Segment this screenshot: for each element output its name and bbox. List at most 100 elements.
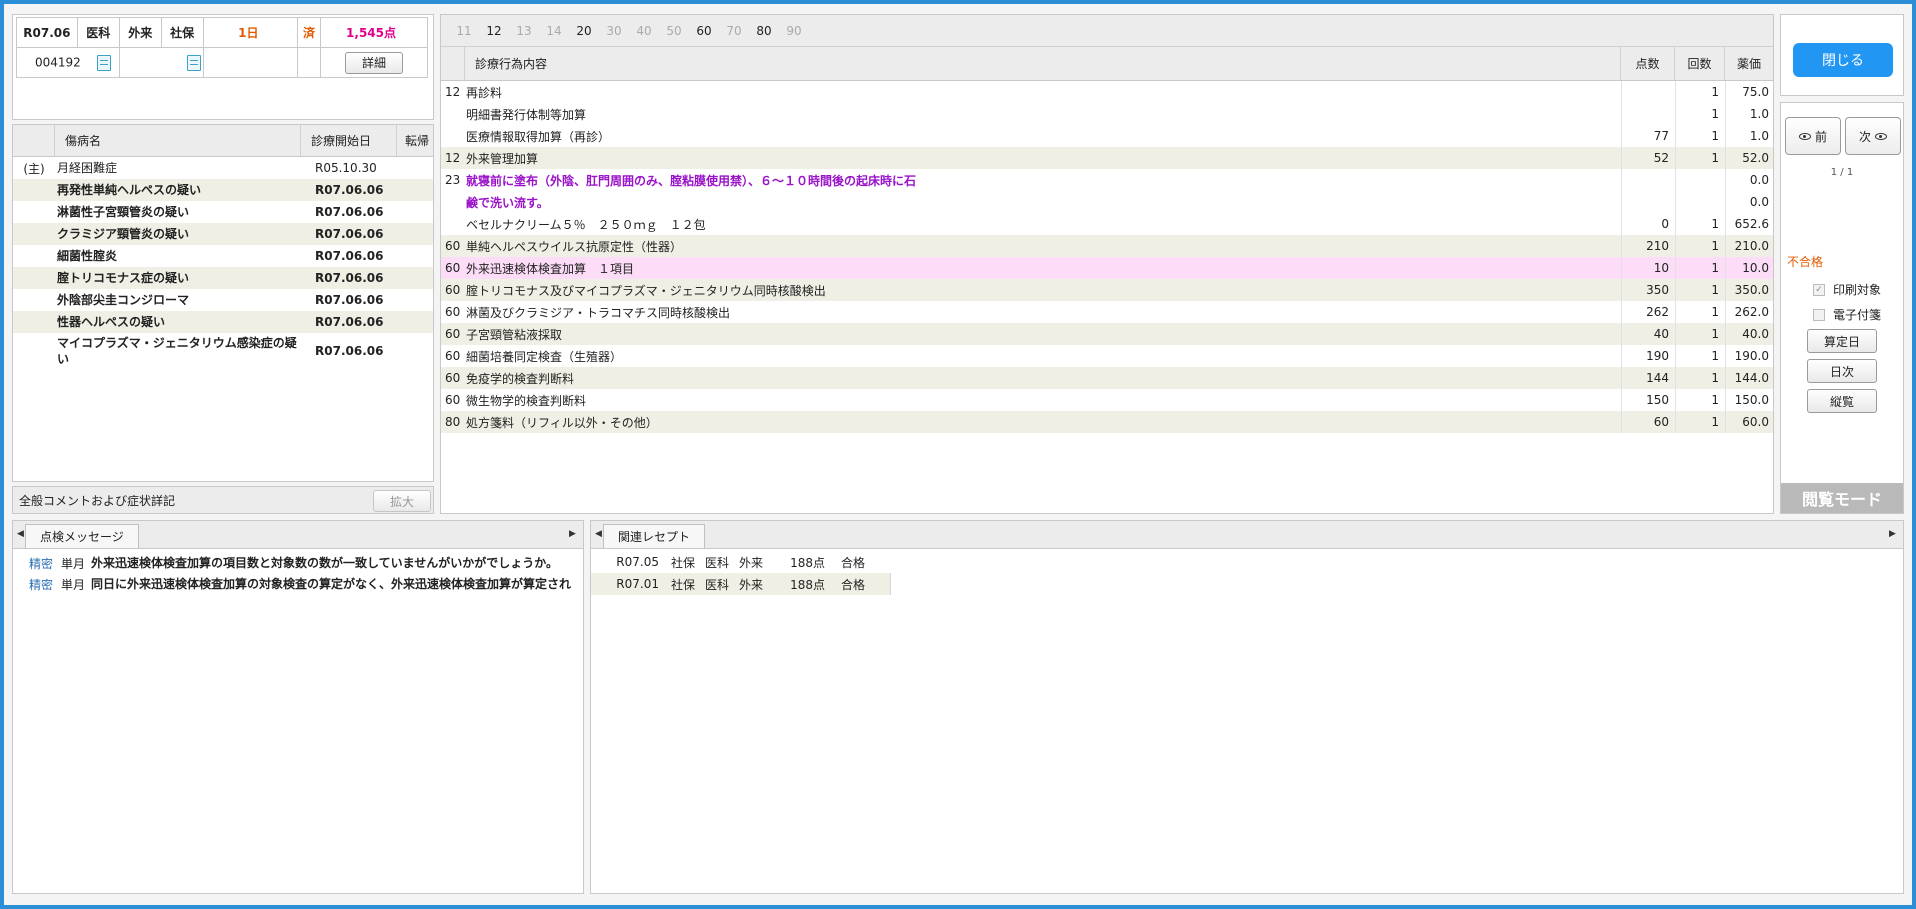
treatment-price: 1.0 xyxy=(1725,103,1773,125)
daily-button[interactable]: 日次 xyxy=(1807,359,1877,383)
next-button[interactable]: 次 xyxy=(1845,117,1901,155)
disease-row[interactable]: 外陰部尖圭コンジローマ R07.06.06 xyxy=(13,289,433,311)
category-tab-80[interactable]: 80 xyxy=(749,24,779,38)
treatment-row[interactable]: 明細書発行体制等加算 1 1.0 xyxy=(441,103,1773,125)
related-result: 合格 xyxy=(840,555,865,570)
disease-col-outcome[interactable]: 転帰 xyxy=(397,125,433,156)
vertical-view-button[interactable]: 縦覧 xyxy=(1807,389,1877,413)
treatment-row[interactable]: 60 微生物学的検査判断料 150 1 150.0 xyxy=(441,389,1773,411)
disease-col-start[interactable]: 診療開始日 xyxy=(301,125,397,156)
e-note-checkbox[interactable] xyxy=(1813,308,1825,321)
disease-list-header: 傷病名 診療開始日 転帰 xyxy=(13,125,433,157)
disease-start-date: R07.06.06 xyxy=(315,205,384,219)
document-icon-2[interactable] xyxy=(186,54,201,71)
treatment-row[interactable]: 12 外来管理加算 52 1 52.0 xyxy=(441,147,1773,169)
treatment-code: 60 xyxy=(445,261,461,275)
message-text: 外来迅速検体検査加算の項目数と対象数の数が一致していませんがいかがでしょうか。 xyxy=(91,556,559,570)
treatment-col-count[interactable]: 回数 xyxy=(1675,47,1725,80)
treatment-points xyxy=(1621,103,1675,125)
disease-row[interactable]: 性器ヘルペスの疑い R07.06.06 xyxy=(13,311,433,333)
header-done: 済 xyxy=(296,17,322,48)
category-tab-70[interactable]: 70 xyxy=(719,24,749,38)
expand-button[interactable]: 拡大 xyxy=(373,490,431,512)
disease-row[interactable]: 細菌性腟炎 R07.06.06 xyxy=(13,245,433,267)
treatment-code: 60 xyxy=(445,239,461,253)
treatment-row[interactable]: 鹸で洗い流す。 0.0 xyxy=(441,191,1773,213)
treatment-row[interactable]: 80 処方箋料（リフィル以外・その他） 60 1 60.0 xyxy=(441,411,1773,433)
disease-row[interactable]: 再発性単純ヘルペスの疑い R07.06.06 xyxy=(13,179,433,201)
category-tab-60[interactable]: 60 xyxy=(689,24,719,38)
treatment-row[interactable]: ベセルナクリーム５％ ２５０ｍｇ １２包 0 1 652.6 xyxy=(441,213,1773,235)
treatment-row[interactable]: 60 外来迅速検体検査加算 １項目 10 1 10.0 xyxy=(441,257,1773,279)
calc-day-button[interactable]: 算定日 xyxy=(1807,329,1877,353)
treatment-row[interactable]: 60 腟トリコモナス及びマイコプラズマ・ジェニタリウム同時核酸検出 350 1 350.… xyxy=(441,279,1773,301)
print-target-row: ✓ 印刷対象 xyxy=(1813,281,1881,298)
e-note-label: 電子付箋 xyxy=(1833,308,1882,322)
header-dept: 医科 xyxy=(76,17,120,48)
disease-col-name[interactable]: 傷病名 xyxy=(55,125,301,156)
treatment-row[interactable]: 60 免疫学的検査判断料 144 1 144.0 xyxy=(441,367,1773,389)
treatment-row[interactable]: 60 単純ヘルペスウイルス抗原定性（性器） 210 1 210.0 xyxy=(441,235,1773,257)
treatment-count xyxy=(1675,191,1725,213)
treatment-col-points[interactable]: 点数 xyxy=(1621,47,1675,80)
related-ins: 社保 xyxy=(670,577,695,592)
rel-tab-left-arrow-icon[interactable]: ◀ xyxy=(595,529,605,539)
category-tab-20[interactable]: 20 xyxy=(569,24,599,38)
category-tab-40[interactable]: 40 xyxy=(629,24,659,38)
treatment-code: 12 xyxy=(445,85,461,99)
treatment-row[interactable]: 12 再診料 1 75.0 xyxy=(441,81,1773,103)
category-tab-11[interactable]: 11 xyxy=(449,24,479,38)
treatment-count xyxy=(1675,169,1725,191)
check-message-row[interactable]: 精密 単月 外来迅速検体検査加算の項目数と対象数の数が一致していませんがいかがでしょ… xyxy=(13,553,583,574)
view-mode-banner: 閲覧モード xyxy=(1781,483,1903,513)
print-target-checkbox[interactable]: ✓ xyxy=(1813,283,1825,296)
treatment-count: 1 xyxy=(1675,81,1725,103)
general-comment-label: 全般コメントおよび症状詳記 xyxy=(19,493,176,508)
treatment-count: 1 xyxy=(1675,125,1725,147)
disease-row[interactable]: (主) 月経困難症 R05.10.30 xyxy=(13,157,433,179)
category-tab-14[interactable]: 14 xyxy=(539,24,569,38)
message-term: 単月 xyxy=(61,557,86,571)
check-message-row[interactable]: 精密 単月 同日に外来迅速検体検査加算の対象検査の算定がなく、外来迅速検体検査加算が… xyxy=(13,574,583,595)
category-tab-90[interactable]: 90 xyxy=(779,24,809,38)
document-icon[interactable] xyxy=(96,54,111,71)
prev-button[interactable]: 前 xyxy=(1785,117,1841,155)
category-tab-12[interactable]: 12 xyxy=(479,24,509,38)
rel-tab-right-arrow-icon[interactable]: ▶ xyxy=(1889,529,1899,539)
disease-row[interactable]: 腟トリコモナス症の疑い R07.06.06 xyxy=(13,267,433,289)
treatment-price: 210.0 xyxy=(1725,235,1773,257)
treatment-price: 1.0 xyxy=(1725,125,1773,147)
treatment-code: 60 xyxy=(445,393,461,407)
detail-button[interactable]: 詳細 xyxy=(345,51,404,74)
category-tab-50[interactable]: 50 xyxy=(659,24,689,38)
treatment-price: 0.0 xyxy=(1725,169,1773,191)
tab-check-messages[interactable]: 点検メッセージ xyxy=(25,524,139,548)
treatment-row[interactable]: 医療情報取得加算（再診） 77 1 1.0 xyxy=(441,125,1773,147)
tab-left-arrow-icon[interactable]: ◀ xyxy=(17,529,27,539)
tab-right-arrow-icon[interactable]: ▶ xyxy=(569,529,579,539)
related-result: 合格 xyxy=(840,577,865,592)
disease-row[interactable]: 淋菌性子宮頸管炎の疑い R07.06.06 xyxy=(13,201,433,223)
treatment-col-price[interactable]: 薬価 xyxy=(1725,47,1773,80)
treatment-row[interactable]: 23 就寝前に塗布（外陰、肛門周囲のみ、腟粘膜使用禁）、６～１０時間後の起床時に石… xyxy=(441,169,1773,191)
treatment-points: 350 xyxy=(1621,279,1675,301)
treatment-row[interactable]: 60 子宮頸管粘液採取 40 1 40.0 xyxy=(441,323,1773,345)
disease-name: 細菌性腟炎 xyxy=(57,249,118,263)
treatment-row[interactable]: 60 淋菌及びクラミジア・トラコマチス同時核酸検出 262 1 262.0 xyxy=(441,301,1773,323)
treatment-price: 52.0 xyxy=(1725,147,1773,169)
treatment-name: 腟トリコモナス及びマイコプラズマ・ジェニタリウム同時核酸検出 xyxy=(466,283,826,298)
disease-row[interactable]: クラミジア頸管炎の疑い R07.06.06 xyxy=(13,223,433,245)
tab-related-receipts[interactable]: 関連レセプト xyxy=(603,524,706,548)
disease-name: 性器ヘルペスの疑い xyxy=(57,315,166,329)
treatment-name: 免疫学的検査判断料 xyxy=(466,371,575,386)
category-tab-13[interactable]: 13 xyxy=(509,24,539,38)
treatment-col-name[interactable]: 診療行為内容 xyxy=(465,47,1621,80)
category-tab-30[interactable]: 30 xyxy=(599,24,629,38)
treatment-row[interactable]: 60 細菌培養同定検査（生殖器） 190 1 190.0 xyxy=(441,345,1773,367)
related-receipt-row[interactable]: R07.05 社保 医科 外来 188点 合格 xyxy=(591,551,891,573)
disease-row[interactable]: マイコプラズマ・ジェニタリウム感染症の疑い R07.06.06 xyxy=(13,333,433,369)
related-dept: 医科 xyxy=(704,555,729,570)
treatment-count: 1 xyxy=(1675,213,1725,235)
close-button[interactable]: 閉じる xyxy=(1793,43,1893,77)
related-receipt-row[interactable]: R07.01 社保 医科 外来 188点 合格 xyxy=(591,573,891,595)
